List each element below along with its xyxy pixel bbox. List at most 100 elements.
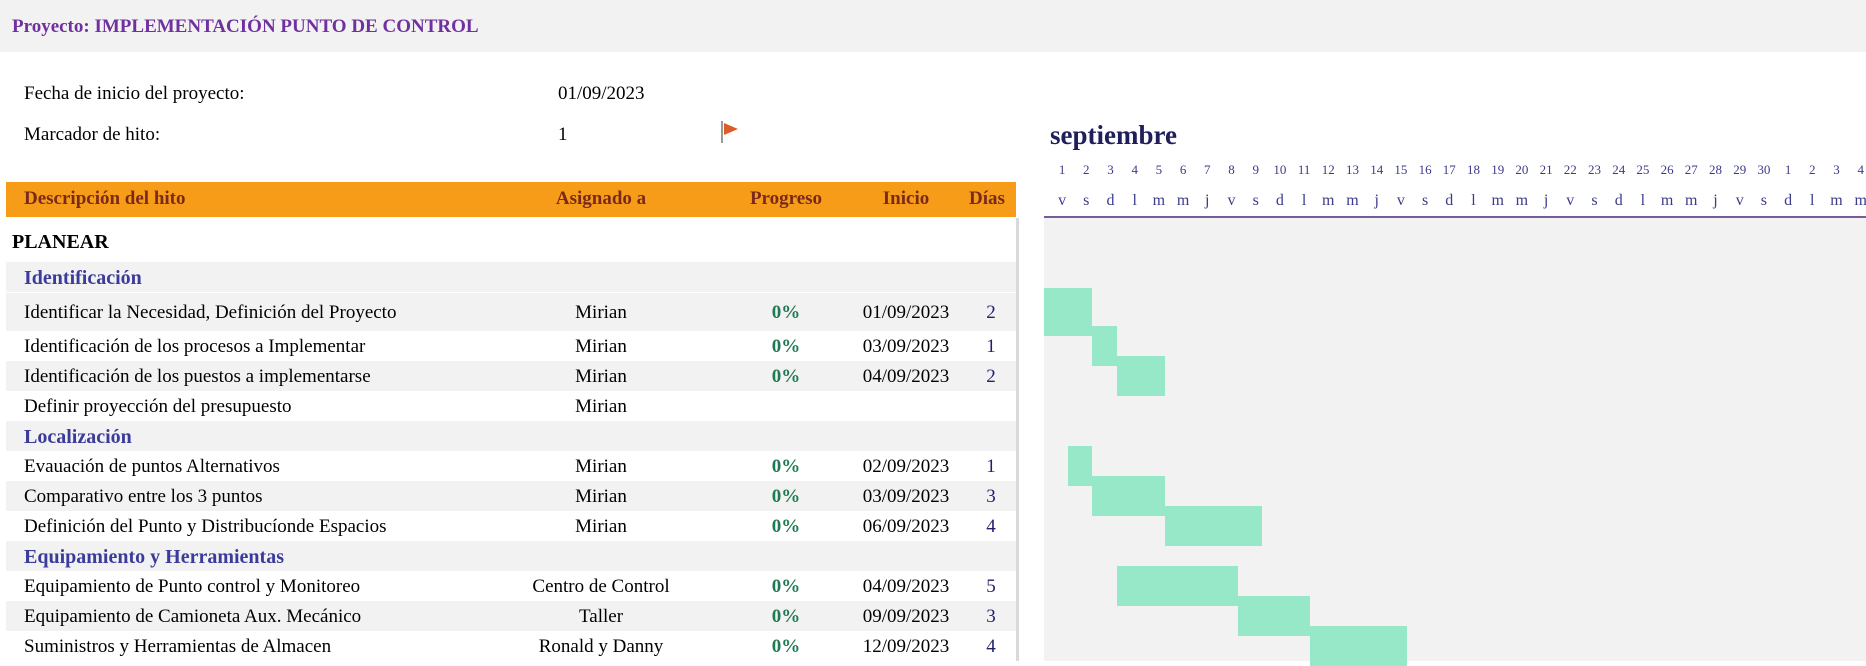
task-days[interactable]: 1 — [976, 457, 1006, 476]
task-row: Comparativo entre los 3 puntos Mirian 0% 03… — [6, 481, 1016, 511]
day-number: 27 — [1684, 162, 1698, 177]
day-number: 4 — [1857, 162, 1864, 177]
task-assignee[interactable]: Mirian — [486, 517, 716, 536]
task-start-date[interactable]: 03/09/2023 — [846, 337, 966, 356]
day-letter: m — [1322, 192, 1335, 209]
day-number: 11 — [1297, 162, 1311, 177]
task-row: Identificación de los procesos a Impleme… — [6, 331, 1016, 361]
task-progress[interactable]: 0% — [731, 457, 841, 476]
task-progress[interactable]: 0% — [731, 487, 841, 506]
day-number: 13 — [1345, 162, 1359, 177]
task-days[interactable]: 5 — [976, 577, 1006, 596]
day-letter: j — [1543, 192, 1549, 209]
task-assignee[interactable]: Centro de Control — [486, 577, 716, 596]
task-progress[interactable]: 0% — [731, 517, 841, 536]
day-number: 24 — [1612, 162, 1626, 177]
day-number: 10 — [1273, 162, 1287, 177]
task-days[interactable]: 4 — [976, 517, 1006, 536]
task-progress[interactable]: 0% — [731, 637, 841, 656]
day-number: 14 — [1370, 162, 1384, 177]
task-name[interactable]: Equipamiento de Punto control y Monitore… — [24, 577, 360, 596]
task-progress[interactable]: 0% — [731, 303, 841, 322]
day-letter: s — [1083, 192, 1090, 209]
task-assignee[interactable]: Mirian — [486, 367, 716, 386]
milestone-value[interactable]: 1 — [558, 124, 568, 146]
start-date-value[interactable]: 01/09/2023 — [558, 83, 645, 105]
task-start-date[interactable]: 01/09/2023 — [846, 303, 966, 322]
day-number: 29 — [1733, 162, 1747, 177]
day-letter: m — [1176, 192, 1190, 209]
task-assignee[interactable]: Mirian — [486, 397, 716, 416]
task-assignee[interactable]: Mirian — [486, 337, 716, 356]
task-name[interactable]: Identificar la Necesidad, Definición del… — [24, 303, 396, 322]
task-assignee[interactable]: Mirian — [486, 457, 716, 476]
task-progress[interactable]: 0% — [731, 337, 841, 356]
header-start: Inicio — [882, 188, 930, 209]
task-progress[interactable]: 0% — [731, 607, 841, 626]
day-letter: v — [1735, 192, 1744, 209]
header-days: Días — [969, 188, 1005, 209]
gantt-bar[interactable] — [1116, 566, 1238, 606]
task-days[interactable]: 2 — [976, 303, 1006, 322]
day-number: 6 — [1179, 162, 1187, 177]
task-name[interactable]: Comparativo entre los 3 puntos — [24, 487, 263, 506]
task-start-date[interactable]: 09/09/2023 — [846, 607, 966, 626]
task-start-date[interactable]: 04/09/2023 — [846, 367, 966, 386]
task-assignee[interactable]: Mirian — [486, 303, 716, 322]
task-assignee[interactable]: Ronald y Danny — [486, 637, 716, 656]
gantt-bar[interactable] — [1237, 596, 1311, 636]
gantt-bar[interactable] — [1044, 288, 1093, 336]
day-letter: m — [1491, 192, 1504, 209]
day-letter: l — [1640, 192, 1646, 209]
day-letter: d — [1106, 192, 1115, 209]
day-letter: d — [1614, 192, 1623, 209]
header-description: Descripción del hito — [24, 188, 186, 209]
phase-title: PLANEAR — [12, 231, 109, 253]
task-progress[interactable]: 0% — [731, 577, 841, 596]
task-days[interactable]: 3 — [976, 607, 1006, 626]
task-start-date[interactable]: 12/09/2023 — [846, 637, 966, 656]
gantt-bar[interactable] — [1310, 626, 1407, 666]
task-days[interactable]: 3 — [976, 487, 1006, 506]
task-name[interactable]: Equipamiento de Camioneta Aux. Mecánico — [24, 607, 361, 626]
day-letter: d — [1784, 192, 1793, 209]
task-name[interactable]: Identificación de los puestos a implemen… — [24, 367, 371, 386]
task-assignee[interactable]: Taller — [486, 607, 716, 626]
day-letter: m — [1854, 192, 1866, 209]
day-number: 5 — [1155, 162, 1163, 177]
gantt-bar[interactable] — [1092, 326, 1117, 366]
task-days[interactable]: 1 — [976, 337, 1006, 356]
task-start-date[interactable]: 03/09/2023 — [846, 487, 966, 506]
day-letter: v — [1396, 192, 1405, 209]
task-name[interactable]: Definición del Punto y Distribucíonde Es… — [24, 517, 387, 536]
gantt-bar[interactable] — [1068, 446, 1093, 486]
gantt-bar[interactable] — [1116, 356, 1165, 396]
day-letter: l — [1132, 192, 1137, 209]
task-name[interactable]: Identificación de los procesos a Impleme… — [24, 337, 365, 356]
day-number: 25 — [1636, 162, 1650, 177]
subphase-row: Equipamiento y Herramientas — [6, 541, 1016, 571]
task-start-date[interactable]: 02/09/2023 — [846, 457, 966, 476]
day-letter: m — [1830, 192, 1843, 209]
subphase-title: Localización — [24, 426, 132, 448]
day-letter: m — [1346, 192, 1359, 209]
task-progress[interactable]: 0% — [731, 367, 841, 386]
day-number: 26 — [1660, 162, 1674, 177]
task-name[interactable]: Definir proyección del presupuesto — [24, 397, 292, 416]
gantt-bar[interactable] — [1092, 476, 1165, 516]
subphase-row: Localización — [6, 421, 1016, 451]
task-name[interactable]: Evauación de puntos Alternativos — [24, 457, 280, 476]
task-days[interactable]: 4 — [976, 637, 1006, 656]
task-row: Identificar la Necesidad, Definición del… — [6, 293, 1016, 331]
task-row: Definir proyección del presupuesto Mirian — [6, 391, 1016, 421]
task-name[interactable]: Suministros y Herramientas de Almacen — [24, 637, 331, 656]
task-days[interactable]: 2 — [976, 367, 1006, 386]
task-row: Evauación de puntos Alternativos Mirian 0%… — [6, 451, 1016, 481]
gantt-bar[interactable] — [1165, 506, 1262, 546]
day-letter: j — [1374, 192, 1379, 209]
task-start-date[interactable]: 06/09/2023 — [846, 517, 966, 536]
day-number: 1 — [1784, 162, 1792, 177]
task-assignee[interactable]: Mirian — [486, 487, 716, 506]
day-number: 20 — [1515, 162, 1529, 177]
task-start-date[interactable]: 04/09/2023 — [846, 577, 966, 596]
